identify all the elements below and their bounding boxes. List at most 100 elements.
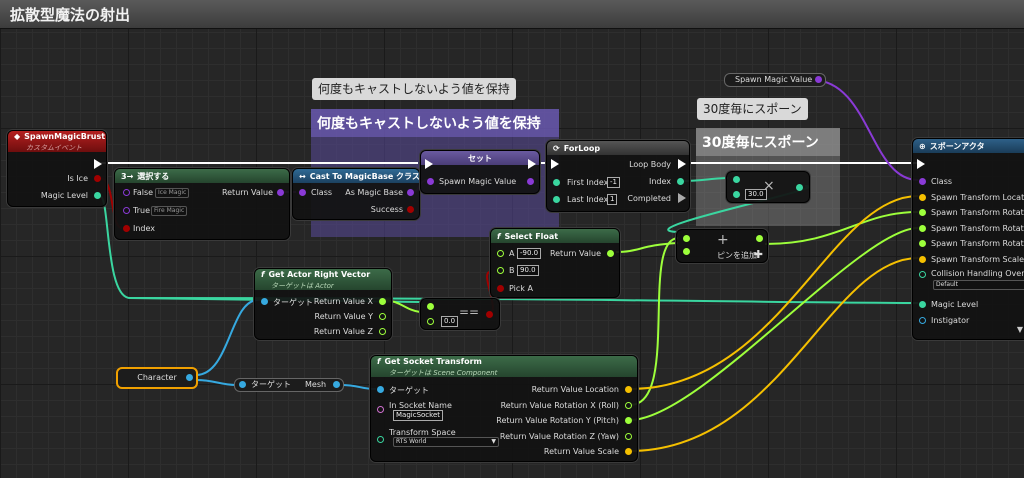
spawn-magic-brust-event-node[interactable]: ◆ SpawnMagicBrust カスタムイベント Is Ice Magic L…	[7, 130, 107, 207]
forloop-exec-in-pin[interactable]	[551, 159, 559, 169]
set-spawn-magic-value-node[interactable]: セット Spawn Magic Value	[420, 150, 540, 194]
character-out-pin[interactable]	[186, 374, 193, 381]
last-index-pin[interactable]	[553, 196, 560, 203]
multiply-a-pin[interactable]	[733, 176, 740, 183]
out-scale-pin[interactable]	[625, 448, 632, 455]
success-pin[interactable]	[407, 206, 414, 213]
out-pitch-pin[interactable]	[625, 417, 632, 424]
equal-out-pin[interactable]	[486, 311, 493, 318]
select-float-title: Select Float	[504, 231, 559, 241]
collision-dropdown[interactable]: Default	[933, 280, 1024, 290]
class-in-pin[interactable]	[299, 189, 306, 196]
select-node[interactable]: 3→ 選択する False Ice Magic True Fire Magic I…	[114, 168, 290, 240]
is-ice-pin[interactable]	[94, 175, 101, 182]
in-socket-name-label: In Socket Name	[389, 401, 452, 410]
equal-a-pin[interactable]	[427, 303, 434, 310]
magic-level-pin[interactable]	[94, 192, 101, 199]
add-out-pin[interactable]	[756, 235, 763, 242]
spawn-scale-pin[interactable]	[919, 256, 926, 263]
class-pin[interactable]	[919, 178, 926, 185]
transform-space-pin[interactable]	[377, 436, 384, 443]
x-pin[interactable]	[379, 298, 386, 305]
mesh-getter[interactable]: ターゲット Mesh	[234, 378, 344, 392]
false-pin[interactable]	[123, 189, 130, 196]
add-a-pin[interactable]	[683, 235, 690, 242]
magic-level-label: Magic Level	[40, 191, 88, 200]
comment-bubble[interactable]: 何度もキャストしないよう値を保持	[312, 78, 516, 100]
z-pin[interactable]	[379, 328, 386, 335]
spawn-rotation-x-label: Spawn Transform Rotation	[931, 208, 1024, 217]
get-actor-right-vector-node[interactable]: f Get Actor Right Vector ターゲットは Actor ターゲ…	[254, 268, 392, 340]
add-b-pin[interactable]	[683, 248, 690, 255]
set-exec-in-pin[interactable]	[425, 159, 433, 169]
as-magic-base-pin[interactable]	[407, 189, 414, 196]
select-float-node[interactable]: f Select Float A -90.0 B 90.0 Pick A Retu…	[490, 228, 620, 298]
spawn-rotation-z-pin[interactable]	[919, 240, 926, 247]
spawn-magic-value-out-pin[interactable]	[527, 178, 534, 185]
b-label: B	[509, 266, 515, 275]
loop-body-pin[interactable]	[678, 159, 686, 169]
equal-node[interactable]: 0.0 ==	[420, 298, 500, 330]
spawn-rotation-x-pin[interactable]	[919, 209, 926, 216]
mesh-target-pin[interactable]	[239, 381, 246, 388]
in-socket-name-field[interactable]: MagicSocket	[393, 410, 443, 421]
out-location-pin[interactable]	[625, 386, 632, 393]
equal-b-pin[interactable]	[427, 318, 434, 325]
get-socket-transform-node[interactable]: f Get Socket Transform ターゲットは Scene Compo…	[370, 355, 638, 462]
character-getter[interactable]: Character	[116, 367, 198, 389]
index-out-pin[interactable]	[677, 178, 684, 185]
spawn-rotation-y-pin[interactable]	[919, 225, 926, 232]
add-node[interactable]: + ピンを追加 ✚	[676, 229, 768, 263]
multiply-node[interactable]: 30.0 ×	[726, 171, 810, 203]
magic-level-pin[interactable]	[919, 301, 926, 308]
comment-bubble[interactable]: 30度毎にスポーン	[697, 98, 808, 120]
graph-canvas[interactable]: 何度もキャストしないよう値を保持 何度もキャストしないよう値を保持 30度毎にス…	[0, 0, 1024, 478]
equal-b-field[interactable]: 0.0	[441, 316, 459, 327]
index-out-label: Index	[648, 177, 671, 186]
getter-out-pin[interactable]	[815, 76, 822, 83]
b-pin[interactable]	[497, 267, 504, 274]
cast-to-magicbase-node[interactable]: ↔ Cast To MagicBase クラス Class As Magic Ba…	[292, 168, 420, 220]
expand-arrow-icon[interactable]: ▼	[1017, 325, 1023, 334]
multiply-b-pin[interactable]	[733, 191, 740, 198]
a-pin[interactable]	[497, 250, 504, 257]
pick-a-pin[interactable]	[497, 285, 504, 292]
spawn-location-pin[interactable]	[919, 194, 926, 201]
true-value-dropdown[interactable]: Fire Magic	[151, 206, 188, 216]
transform-space-dropdown[interactable]: RTS World ▼	[393, 437, 499, 447]
last-index-field[interactable]: 1	[607, 194, 618, 205]
false-value-dropdown[interactable]: Ice Magic	[155, 188, 190, 198]
multiply-out-pin[interactable]	[796, 184, 803, 191]
transform-space-label: Transform Space	[389, 428, 456, 437]
socket-target-pin[interactable]	[377, 386, 384, 393]
first-index-field[interactable]: -1	[607, 177, 620, 188]
instigator-label: Instigator	[931, 316, 970, 325]
spawn-exec-in-pin[interactable]	[917, 159, 925, 169]
add-pin-label[interactable]: ピンを追加	[717, 250, 757, 261]
instigator-pin[interactable]	[919, 317, 926, 324]
target-pin[interactable]	[261, 298, 268, 305]
a-field[interactable]: -90.0	[517, 248, 542, 259]
b-field[interactable]: 90.0	[517, 265, 539, 276]
y-pin[interactable]	[379, 313, 386, 320]
in-socket-name-pin[interactable]	[377, 406, 384, 413]
first-index-pin[interactable]	[553, 179, 560, 186]
index-pin[interactable]	[123, 225, 130, 232]
add-pin-plus-icon[interactable]: ✚	[754, 248, 763, 261]
completed-pin[interactable]	[678, 193, 686, 203]
mesh-out-pin[interactable]	[333, 381, 340, 388]
out-roll-pin[interactable]	[625, 402, 632, 409]
spawn-magic-value-in-pin[interactable]	[427, 178, 434, 185]
collision-label: Collision Handling Override	[931, 269, 1024, 278]
spawn-magic-value-getter[interactable]: Spawn Magic Value	[724, 73, 826, 87]
return-pin[interactable]	[277, 189, 284, 196]
forloop-node[interactable]: ⟳ ForLoop First Index -1 Last Index 1 Loo…	[546, 140, 690, 212]
spawn-actor-node[interactable]: ⊕スポーンアクタ Class Spawn Transform Location …	[912, 138, 1024, 340]
out-yaw-pin[interactable]	[625, 433, 632, 440]
return-value-pin[interactable]	[607, 250, 614, 257]
collision-pin[interactable]	[919, 271, 926, 278]
completed-label: Completed	[627, 194, 671, 203]
exec-out-pin[interactable]	[94, 159, 102, 169]
set-exec-out-pin[interactable]	[528, 159, 536, 169]
true-pin[interactable]	[123, 207, 130, 214]
